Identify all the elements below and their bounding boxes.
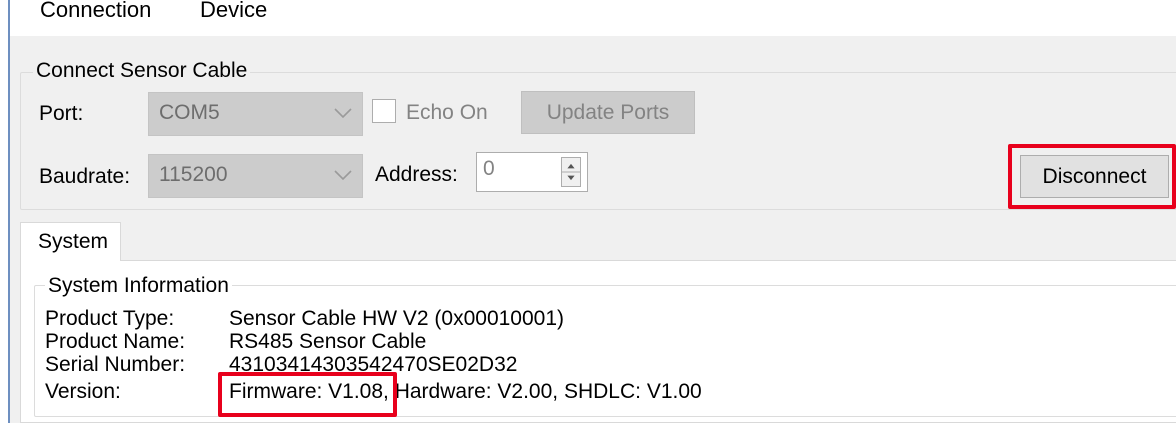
baudrate-value: 115200 — [159, 163, 228, 186]
disconnect-highlight — [1008, 144, 1176, 209]
address-value: 0 — [483, 157, 495, 180]
port-combobox[interactable]: COM5 — [148, 92, 363, 136]
firmware-version-highlight — [218, 372, 397, 417]
port-value: COM5 — [159, 101, 220, 124]
info-value-product-type: Sensor Cable HW V2 (0x00010001) — [229, 307, 565, 330]
baudrate-combobox[interactable]: 115200 — [148, 154, 363, 198]
connect-group-title: Connect Sensor Cable — [33, 59, 251, 83]
info-label-product-name: Product Name: — [45, 330, 186, 353]
chevron-down-icon — [334, 108, 352, 119]
tab-system[interactable]: System — [20, 222, 121, 261]
menu-connection[interactable]: Connection — [40, 0, 151, 24]
echo-on-label: Echo On — [406, 101, 488, 124]
tab-system-label: System — [38, 230, 109, 253]
port-label: Port: — [39, 102, 84, 125]
echo-on-checkbox[interactable] — [372, 99, 396, 123]
info-value-product-name: RS485 Sensor Cable — [229, 330, 427, 353]
address-spinner[interactable]: 0 — [476, 152, 588, 192]
system-info-title: System Information — [45, 274, 232, 298]
info-label-serial-number: Serial Number: — [45, 353, 186, 376]
chevron-down-icon — [334, 170, 352, 181]
app-window: Connection Device Connect Sensor Cable P… — [10, 0, 1176, 423]
update-ports-button[interactable]: Update Ports — [521, 91, 695, 134]
menu-bar: Connection Device — [10, 0, 1176, 36]
address-label: Address: — [375, 163, 458, 186]
info-label-version: Version: — [45, 380, 121, 403]
menu-device[interactable]: Device — [200, 0, 267, 24]
spin-updown-icon[interactable] — [561, 157, 581, 187]
baudrate-label: Baudrate: — [39, 165, 131, 188]
info-label-product-type: Product Type: — [45, 307, 175, 330]
